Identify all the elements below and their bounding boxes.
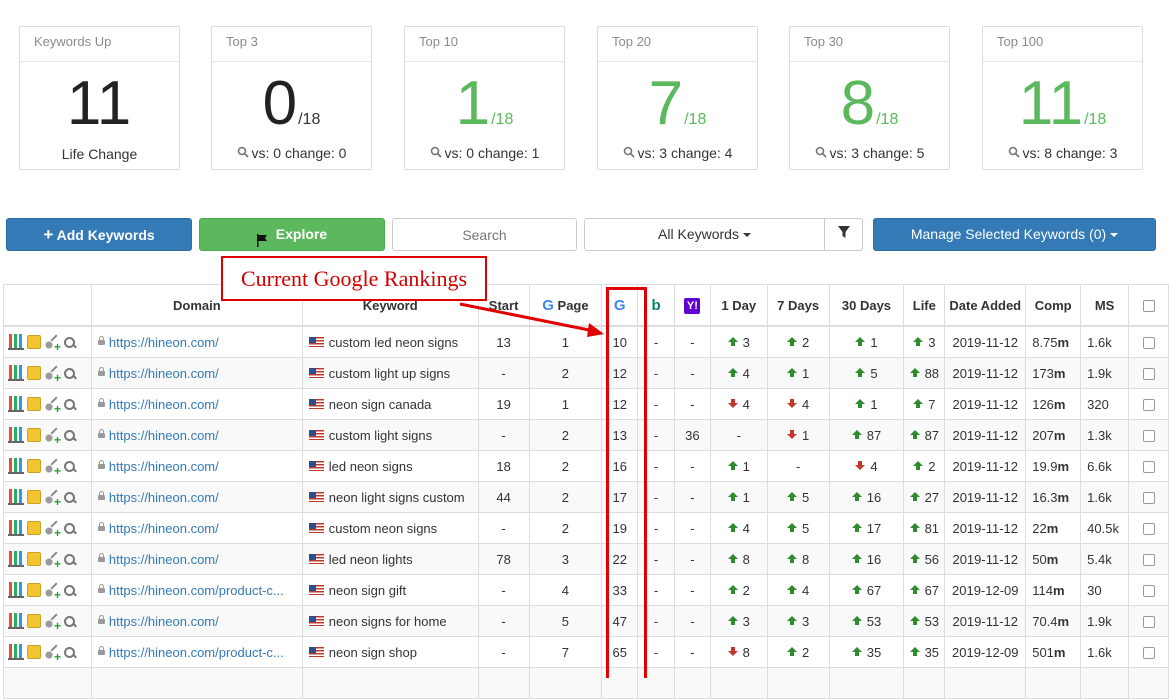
annotation-arrow [459,302,604,337]
annotation-callout: Current Google Rankings [221,256,487,301]
